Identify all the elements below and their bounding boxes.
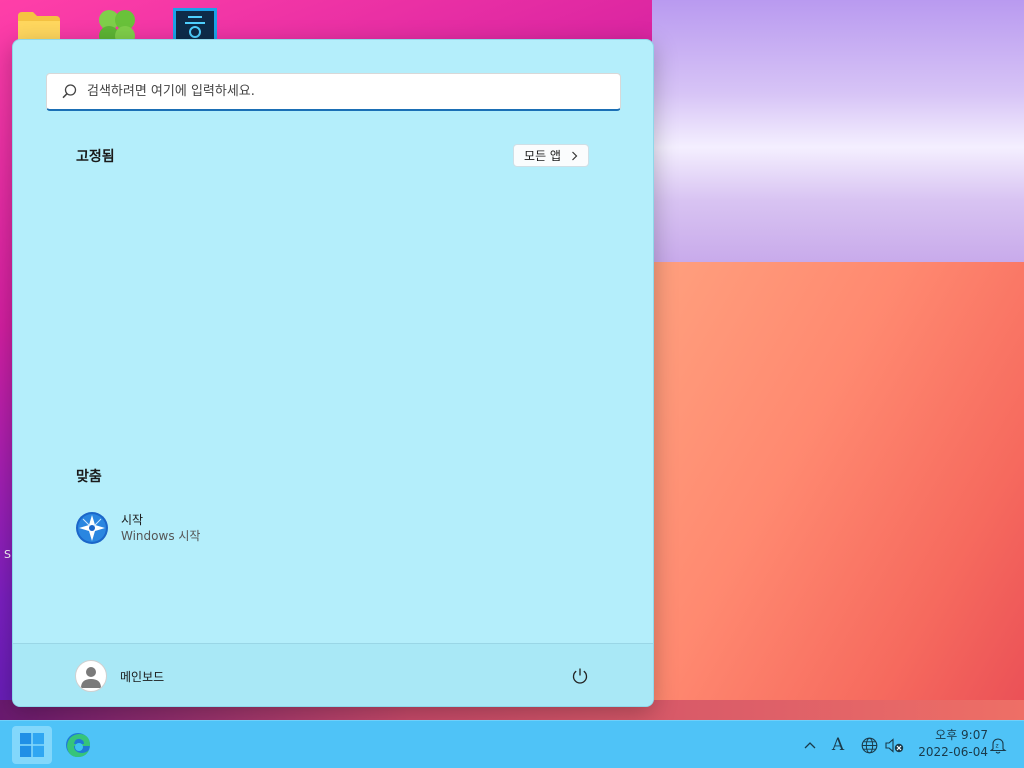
bell-snooze-icon: z xyxy=(989,737,1007,754)
ime-indicator[interactable]: A xyxy=(828,734,848,756)
notifications-button[interactable]: z xyxy=(988,734,1008,756)
clock-date: 2022-06-04 xyxy=(918,745,988,759)
speaker-muted-icon xyxy=(885,737,904,753)
pinned-section-title: 고정됨 xyxy=(76,149,115,165)
wallpaper-upper-right xyxy=(652,0,1024,268)
volume-button[interactable] xyxy=(884,734,906,756)
start-menu: 고정됨 모든 앱 맞춤 시작 Windows 시작 메인 xyxy=(12,39,654,707)
network-button[interactable] xyxy=(859,734,879,756)
all-apps-button[interactable]: 모든 앱 xyxy=(513,144,589,167)
wallpaper-lower-right xyxy=(652,262,1024,720)
get-started-icon xyxy=(76,512,108,544)
globe-icon xyxy=(861,737,877,753)
user-icon xyxy=(81,667,101,688)
start-button[interactable] xyxy=(12,726,52,764)
desktop-edge-text: S xyxy=(4,548,11,561)
taskbar: A 오후 9:07 2022-06-04 z xyxy=(0,720,1024,768)
show-hidden-icons-button[interactable] xyxy=(800,734,820,756)
chevron-up-icon xyxy=(804,742,816,749)
windows-start-icon xyxy=(20,733,44,757)
clock[interactable]: 오후 9:07 2022-06-04 xyxy=(912,727,988,763)
power-icon xyxy=(572,668,588,684)
folder-icon[interactable] xyxy=(18,12,60,42)
ime-label: A xyxy=(831,735,845,755)
avatar xyxy=(75,660,107,692)
start-menu-footer: 메인보드 xyxy=(13,643,653,706)
search-icon xyxy=(62,84,77,99)
search-input[interactable] xyxy=(87,84,587,99)
taskbar-edge-button[interactable] xyxy=(58,726,98,764)
recommended-item-name: 시작 xyxy=(121,512,144,527)
user-name: 메인보드 xyxy=(120,669,165,684)
edge-icon xyxy=(66,733,90,757)
user-account-button[interactable]: 메인보드 xyxy=(75,659,164,693)
clover-icon[interactable] xyxy=(92,6,142,42)
search-box[interactable] xyxy=(46,73,621,111)
all-apps-label: 모든 앱 xyxy=(524,149,561,163)
chevron-right-icon xyxy=(572,151,578,160)
hangul-app-icon[interactable] xyxy=(173,8,217,42)
recommended-item-subtitle: Windows 시작 xyxy=(121,528,201,543)
recommended-item-get-started[interactable]: 시작 Windows 시작 xyxy=(75,508,275,548)
clock-time: 오후 9:07 xyxy=(935,728,988,742)
svg-text:z: z xyxy=(995,742,998,749)
power-button[interactable] xyxy=(569,665,591,687)
recommended-section-title: 맞춤 xyxy=(76,469,102,485)
